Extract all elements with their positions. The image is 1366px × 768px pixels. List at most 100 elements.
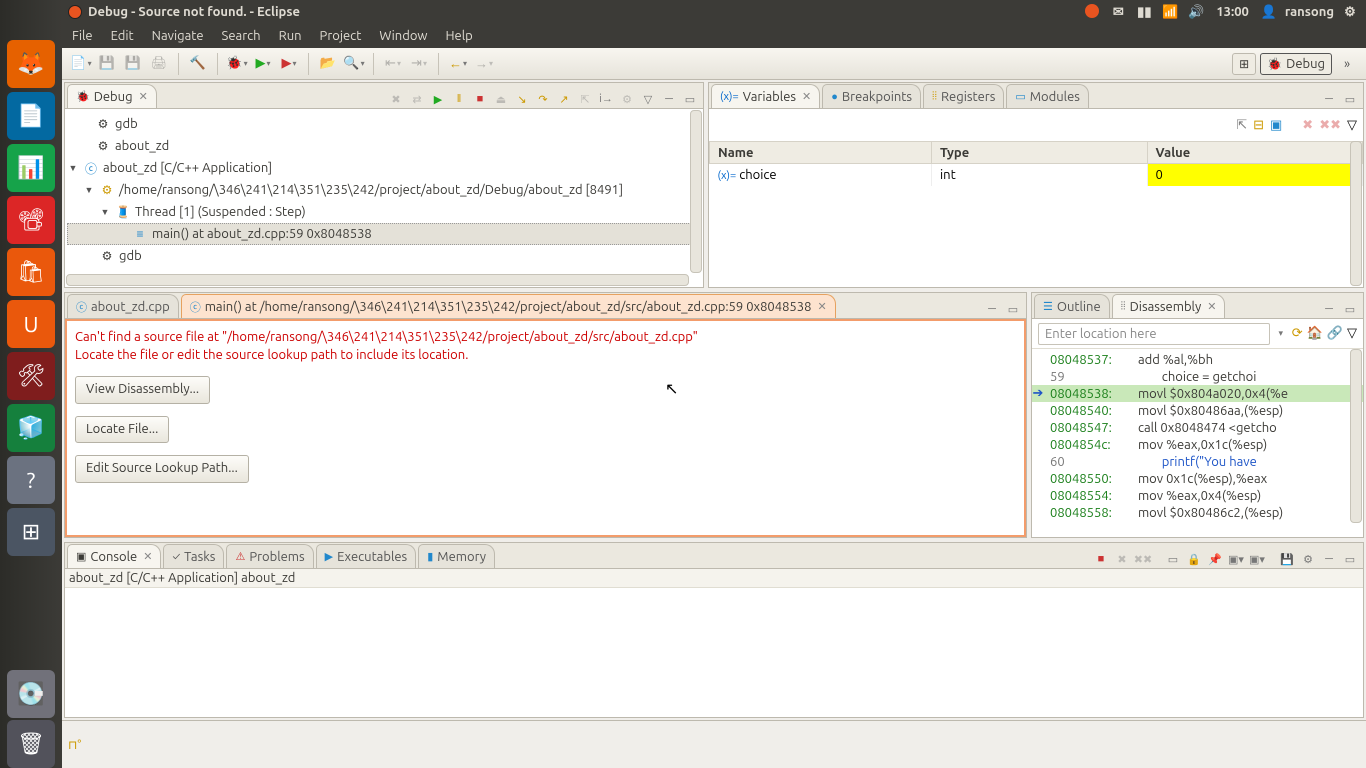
launcher-firefox-icon[interactable]: 🦊 <box>7 40 55 88</box>
minimize-icon[interactable]: ─ <box>1320 90 1338 108</box>
clear-console-icon[interactable]: ▭ <box>1164 550 1182 568</box>
tree-thread[interactable]: Thread [1] (Suspended : Step) <box>135 205 306 219</box>
col-name[interactable]: Name <box>710 142 932 164</box>
close-icon[interactable]: ✕ <box>139 90 148 103</box>
maximize-icon[interactable]: ▭ <box>1341 550 1359 568</box>
close-icon[interactable]: ✕ <box>817 300 826 313</box>
maximize-icon[interactable]: ▭ <box>1004 300 1022 318</box>
menu-search[interactable]: Search <box>222 29 261 43</box>
outline-tab[interactable]: ☰Outline <box>1034 294 1110 318</box>
collapse-all-icon[interactable]: ⊟ <box>1253 118 1264 133</box>
connect-icon[interactable]: ⇄ <box>408 90 426 108</box>
verbose-icon[interactable]: ⚙ <box>1299 550 1317 568</box>
disassembly-listing[interactable]: 08048537: add %al,%bh59 choice = getchoi… <box>1032 349 1363 523</box>
debug-tab[interactable]: 🐞Debug✕ <box>67 84 157 108</box>
variable-row[interactable]: (x)= choice int 0 <box>710 164 1363 186</box>
launcher-help-icon[interactable]: ? <box>7 456 55 504</box>
nav-next-button[interactable]: ⇥ <box>408 53 430 75</box>
menu-edit[interactable]: Edit <box>111 29 134 43</box>
profile-button[interactable]: ▶ <box>278 53 300 75</box>
tasks-tab[interactable]: ✓Tasks <box>163 544 224 568</box>
show-type-icon[interactable]: ⇱ <box>1236 118 1247 133</box>
remove-launch-icon[interactable]: ✖ <box>1113 550 1131 568</box>
back-button[interactable]: ← <box>447 53 469 75</box>
menu-project[interactable]: Project <box>320 29 362 43</box>
scrollbar-vertical[interactable] <box>1350 349 1362 523</box>
col-value[interactable]: Value <box>1147 142 1363 164</box>
menu-navigate[interactable]: Navigate <box>152 29 204 43</box>
indicator-updates-icon[interactable] <box>1082 4 1102 21</box>
view-menu-icon[interactable]: ▽ <box>1347 326 1357 341</box>
remove-all-terminated-icon[interactable]: ✖✖ <box>1134 550 1152 568</box>
menu-window[interactable]: Window <box>379 29 427 43</box>
indicator-session-icon[interactable]: ⚙ <box>1340 5 1360 20</box>
view-menu-icon[interactable]: ▽ <box>639 90 657 108</box>
pin-console-icon[interactable]: 📌 <box>1206 550 1224 568</box>
indicator-clock[interactable]: 13:00 <box>1212 5 1253 19</box>
print-button[interactable]: 🖨 <box>148 53 170 75</box>
add-global-icon[interactable]: ▣ <box>1270 118 1282 133</box>
launcher-impress-icon[interactable]: 📽 <box>7 196 55 244</box>
view-disassembly-button[interactable]: View Disassembly... <box>75 376 210 404</box>
console-tab[interactable]: ▣Console✕ <box>67 544 161 568</box>
tree-frame[interactable]: main() at about_zd.cpp:59 0x8048538 <box>152 227 372 241</box>
tree-proc[interactable]: /home/ransong/\346\241\214\351\235\242/p… <box>119 183 623 197</box>
tree-app[interactable]: about_zd [C/C++ Application] <box>103 161 272 175</box>
remove-icon[interactable]: ✖ <box>1302 118 1313 133</box>
tree-gdb2[interactable]: gdb <box>119 249 142 263</box>
remove-all-terminated-icon[interactable]: ✖ <box>387 90 405 108</box>
save-console-icon[interactable]: 💾 <box>1278 550 1296 568</box>
step-filters-icon[interactable]: ⚙ <box>618 90 636 108</box>
indicator-username[interactable]: ransong <box>1285 5 1334 19</box>
indicator-user-icon[interactable]: 👤 <box>1259 5 1279 20</box>
link-icon[interactable]: 🔗 <box>1327 326 1343 341</box>
step-into-icon[interactable]: ↘ <box>513 90 531 108</box>
variables-tab[interactable]: (x)=Variables✕ <box>711 84 820 108</box>
drop-frame-icon[interactable]: ⇱ <box>576 90 594 108</box>
tree-aboutzd[interactable]: about_zd <box>115 139 169 153</box>
tree-gdb[interactable]: gdb <box>115 117 138 131</box>
step-over-icon[interactable]: ↷ <box>534 90 552 108</box>
launcher-cube-icon[interactable]: 🧊 <box>7 404 55 452</box>
disconnect-icon[interactable]: ⏏ <box>492 90 510 108</box>
instruction-step-icon[interactable]: i→ <box>597 90 615 108</box>
editor-tab-cpp[interactable]: ⓒabout_zd.cpp <box>67 294 179 318</box>
launcher-drive-icon[interactable]: 💽 <box>7 670 55 718</box>
refresh-icon[interactable]: ⟳ <box>1292 326 1303 341</box>
registers-tab[interactable]: ⦙⦙Registers <box>923 84 1004 108</box>
indicator-sound-icon[interactable]: 🔊 <box>1186 5 1206 20</box>
minimize-icon[interactable]: ─ <box>983 300 1001 318</box>
scrollbar-horizontal[interactable] <box>66 274 689 286</box>
scroll-lock-icon[interactable]: 🔒 <box>1185 550 1203 568</box>
indicator-battery-icon[interactable]: ▮▮ <box>1134 5 1154 20</box>
editor-tab-main[interactable]: ⓒmain() at /home/ransong/\346\241\214\35… <box>181 294 836 318</box>
edit-source-lookup-button[interactable]: Edit Source Lookup Path... <box>75 455 249 483</box>
nav-prev-button[interactable]: ⇤ <box>382 53 404 75</box>
location-dropdown-icon[interactable]: ▾ <box>1274 323 1288 345</box>
build-button[interactable]: 🔨 <box>187 53 209 75</box>
launcher-writer-icon[interactable]: 📄 <box>7 92 55 140</box>
step-return-icon[interactable]: ↗ <box>555 90 573 108</box>
breakpoints-tab[interactable]: ●Breakpoints <box>822 84 921 108</box>
menu-help[interactable]: Help <box>446 29 473 43</box>
terminate-icon[interactable]: ■ <box>471 90 489 108</box>
maximize-icon[interactable]: ▭ <box>1341 90 1359 108</box>
perspective-more[interactable]: » <box>1336 53 1358 75</box>
search-tool-button[interactable]: 🔍 <box>343 53 365 75</box>
view-menu-icon[interactable]: ▽ <box>1347 118 1357 133</box>
locate-file-button[interactable]: Locate File... <box>75 416 169 444</box>
maximize-icon[interactable]: ▭ <box>1341 300 1359 318</box>
col-type[interactable]: Type <box>932 142 1147 164</box>
open-perspective-button[interactable]: ⊞ <box>1232 53 1256 75</box>
open-folder-button[interactable]: 📂 <box>317 53 339 75</box>
remove-all-icon[interactable]: ✖✖ <box>1319 118 1341 133</box>
maximize-icon[interactable]: ▭ <box>681 90 699 108</box>
window-close-icon[interactable] <box>68 5 82 19</box>
launcher-calc-icon[interactable]: 📊 <box>7 144 55 192</box>
forward-button[interactable]: → <box>473 53 495 75</box>
run-button[interactable]: ▶ <box>252 53 274 75</box>
disassembly-tab[interactable]: ⦙⦙Disassembly✕ <box>1112 294 1226 318</box>
memory-tab[interactable]: ▮Memory <box>418 544 495 568</box>
launcher-workspace-icon[interactable]: ⊞ <box>7 508 55 556</box>
indicator-network-icon[interactable]: 📶 <box>1160 5 1180 20</box>
